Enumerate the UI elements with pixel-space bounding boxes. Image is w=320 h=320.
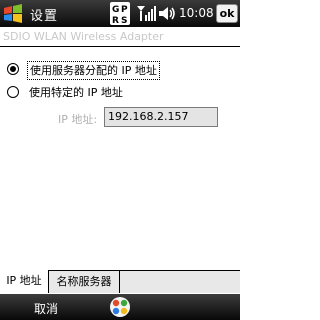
tab-ip-address[interactable]: IP 地址 (0, 270, 49, 293)
gprs-p: P (121, 5, 128, 15)
ok-button[interactable]: ok (216, 4, 238, 23)
radio-option-static[interactable]: 使用特定的 IP 地址 (6, 84, 206, 102)
gprs-g: G (112, 5, 119, 15)
windows-start-icon[interactable] (2, 3, 24, 25)
radio-label-static[interactable]: 使用特定的 IP 地址 (27, 84, 125, 101)
radio-option-dhcp[interactable]: 使用服务器分配的 IP 地址 (6, 61, 206, 80)
radio-button-dhcp[interactable] (7, 63, 19, 75)
radio-button-static[interactable] (7, 86, 19, 98)
title-bar: 设置 G P R S 10:08 ok (0, 0, 240, 27)
tab-name-servers[interactable]: 名称服务器 (49, 270, 120, 293)
header-divider (0, 46, 240, 47)
input-panel-icon[interactable] (108, 296, 132, 318)
radio-label-dhcp[interactable]: 使用服务器分配的 IP 地址 (27, 61, 160, 80)
gprs-r: R (112, 16, 119, 25)
gprs-icon[interactable]: G P R S (110, 2, 130, 25)
radio-selected-dot (10, 66, 16, 72)
adapter-name: SDIO WLAN Wireless Adapter (3, 30, 164, 43)
cancel-softkey[interactable]: 取消 (34, 300, 58, 317)
ip-address-label: IP 地址: (58, 113, 98, 126)
ip-address-field[interactable]: 192.168.2.157 (104, 107, 218, 127)
window-title: 设置 (30, 9, 59, 24)
signal-icon[interactable] (136, 5, 156, 22)
gprs-s: S (121, 16, 127, 25)
volume-icon[interactable] (158, 5, 176, 22)
clock[interactable]: 10:08 (179, 6, 214, 20)
